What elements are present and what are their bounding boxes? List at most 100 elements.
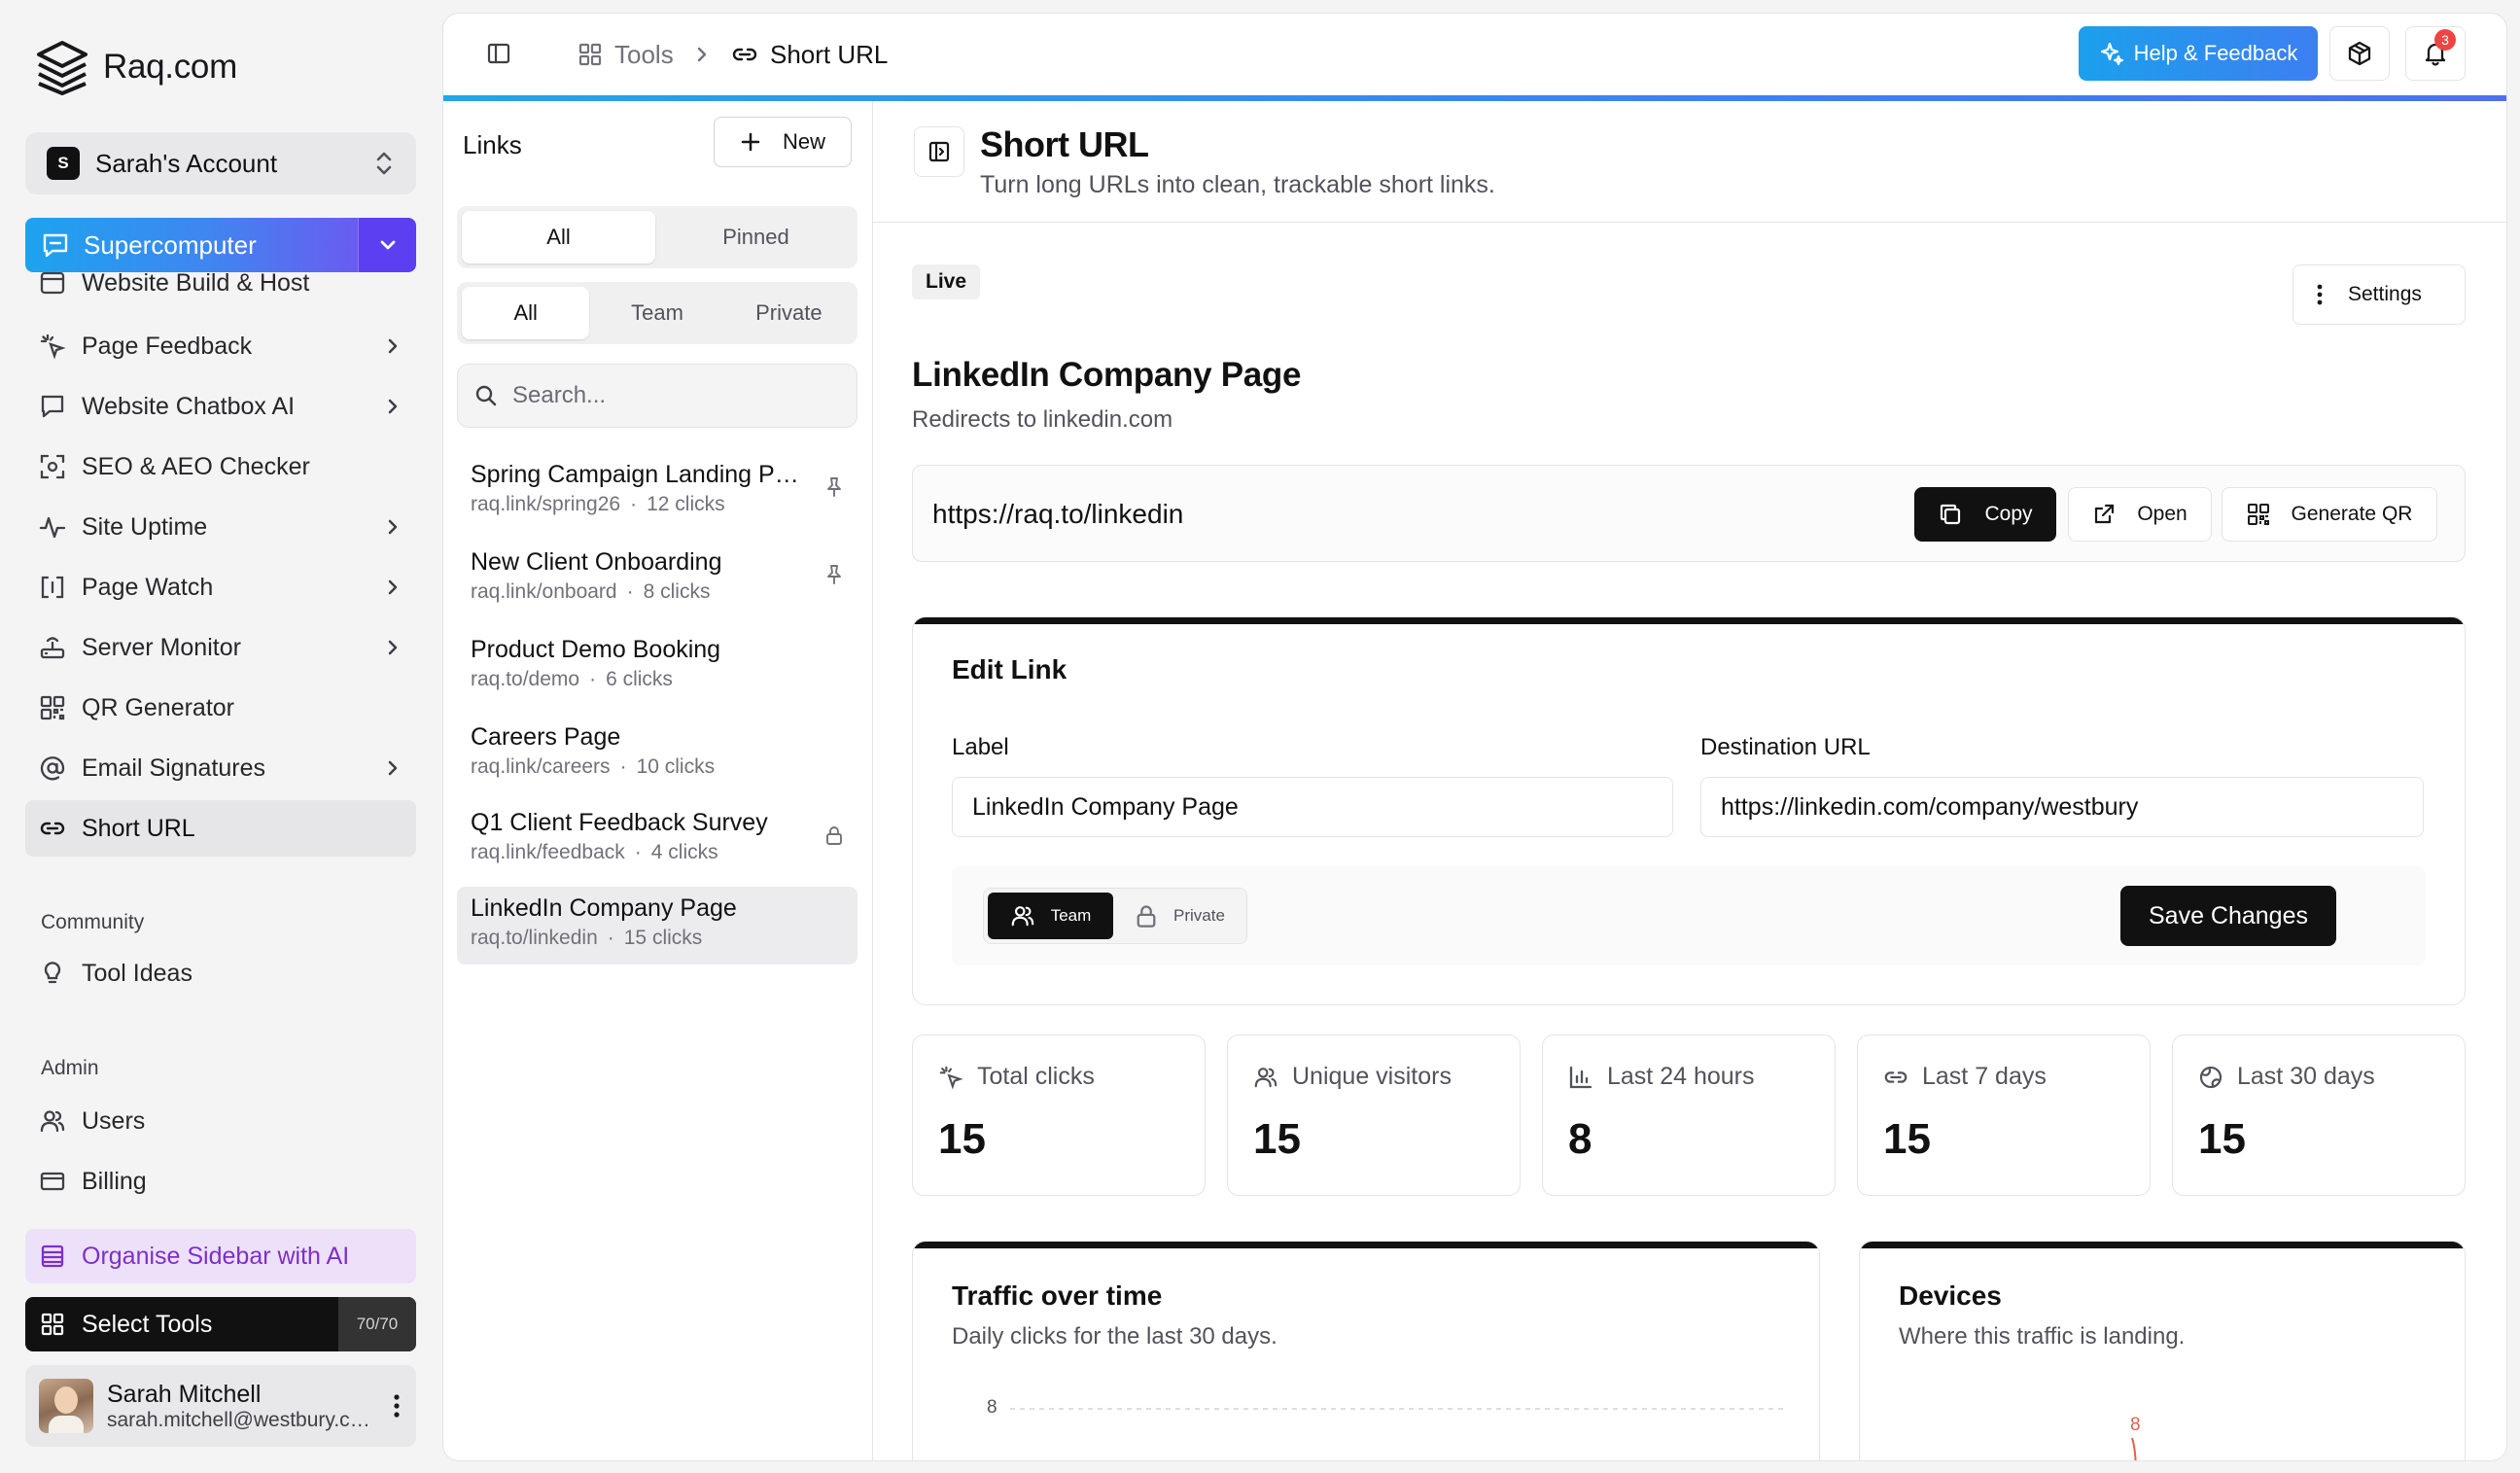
panel-toggle-button[interactable] [914, 126, 964, 177]
list-item[interactable]: New Client Onboarding raq.link/onboard · 8… [457, 541, 858, 618]
router-icon [39, 634, 66, 661]
sidebar-toggle-icon[interactable] [486, 41, 511, 66]
sidebar-item-label: Website Build & Host [82, 272, 310, 297]
user-name: Sarah Mitchell [107, 1380, 262, 1408]
package-button[interactable] [2329, 26, 2390, 81]
header-divider [873, 222, 2506, 223]
supercomputer-button[interactable]: Supercomputer [25, 218, 416, 272]
brand[interactable]: Raq.com [35, 39, 237, 95]
sidebar-item-label: Site Uptime [82, 512, 208, 541]
link-item-url: raq.link/onboard [471, 580, 617, 603]
user-card[interactable]: Sarah Mitchell sarah.mitchell@westbury.c… [25, 1365, 416, 1447]
pin-icon[interactable] [824, 476, 844, 498]
devices-subtitle: Where this traffic is landing. [1899, 1323, 2186, 1350]
stat-value: 15 [1883, 1115, 1931, 1163]
short-url-text: https://raq.to/linkedin [932, 499, 1184, 529]
users-icon [39, 1107, 66, 1135]
pin-icon[interactable] [824, 564, 844, 585]
tab-scope-private[interactable]: Private [725, 287, 853, 339]
save-changes-button[interactable]: Save Changes [2120, 886, 2336, 946]
stat-last-7-days: Last 7 days 15 [1857, 1035, 2151, 1196]
sidebar-item-label: Users [82, 1106, 146, 1135]
destination-url-input[interactable] [1700, 777, 2424, 837]
qr-icon [2247, 503, 2270, 526]
link-title: LinkedIn Company Page [912, 356, 1302, 394]
list-item-selected[interactable]: LinkedIn Company Page raq.to/linkedin · 15… [457, 887, 858, 964]
package-icon [2346, 40, 2373, 67]
link-item-title: Product Demo Booking [471, 636, 721, 663]
tools-count-badge: 70/70 [338, 1297, 416, 1351]
supercomputer-main[interactable]: Supercomputer [25, 218, 358, 272]
user-email: sarah.mitchell@westbury.com [107, 1408, 377, 1431]
sparkle-click-icon [938, 1065, 963, 1090]
notifications-button[interactable]: 3 [2405, 26, 2466, 81]
destination-field-label: Destination URL [1700, 734, 1871, 760]
link-item-clicks: 8 clicks [643, 580, 711, 603]
chevron-right-icon [383, 638, 402, 657]
tab-all[interactable]: All [462, 211, 655, 263]
list-item[interactable]: Product Demo Booking raq.to/demo · 6 click… [457, 628, 858, 706]
search-icon [473, 383, 499, 408]
chat-icon [39, 393, 66, 420]
tab-pinned[interactable]: Pinned [659, 211, 853, 263]
generate-qr-button[interactable]: Generate QR [2222, 487, 2437, 542]
link-icon [1883, 1065, 1908, 1090]
sidebar-item-email-signatures[interactable]: Email Signatures [25, 740, 416, 796]
chevron-right-icon [383, 758, 402, 778]
list-item[interactable]: Q1 Client Feedback Survey raq.link/feedb… [457, 801, 858, 879]
account-switcher[interactable]: S Sarah's Account [25, 132, 416, 194]
stat-unique-visitors: Unique visitors 15 [1227, 1035, 1521, 1196]
help-feedback-button[interactable]: Help & Feedback [2079, 26, 2318, 81]
label-input[interactable] [952, 777, 1673, 837]
link-icon [39, 815, 66, 842]
stat-label: Last 7 days [1922, 1063, 2047, 1090]
link-item-url: raq.to/linkedin [471, 927, 598, 949]
open-button[interactable]: Open [2068, 487, 2212, 542]
device-chart-line [2131, 1437, 2137, 1460]
sidebar-item-website-build[interactable]: Website Build & Host [25, 272, 416, 311]
select-tools-button[interactable]: Select Tools 70/70 [25, 1297, 416, 1351]
sidebar-item-seo-checker[interactable]: SEO & AEO Checker [25, 438, 416, 495]
link-redirect-text: Redirects to linkedin.com [912, 406, 1173, 433]
sidebar-item-server-monitor[interactable]: Server Monitor [25, 619, 416, 676]
copy-button[interactable]: Copy [1914, 487, 2056, 542]
sidebar-item-page-feedback[interactable]: Page Feedback [25, 318, 416, 374]
stat-label: Last 24 hours [1607, 1063, 1755, 1090]
visibility-private[interactable]: Private [1117, 893, 1242, 939]
tab-scope-all[interactable]: All [462, 287, 590, 339]
grid-icon [578, 42, 603, 67]
new-link-button[interactable]: New [714, 117, 852, 167]
more-vertical-icon[interactable] [391, 1391, 402, 1420]
sidebar-item-website-chatbox[interactable]: Website Chatbox AI [25, 378, 416, 435]
link-item-url: raq.link/feedback [471, 841, 625, 863]
breadcrumb-tools[interactable]: Tools [578, 14, 674, 95]
list-item[interactable]: Careers Page raq.link/careers · 10 clicks [457, 716, 858, 793]
sidebar-nav: Website Build & Host Page Feedback Websi… [25, 272, 416, 865]
sidebar-item-tool-ideas[interactable]: Tool Ideas [25, 945, 416, 1001]
sidebar-item-qr-generator[interactable]: QR Generator [25, 680, 416, 736]
sidebar-item-users[interactable]: Users [25, 1093, 416, 1149]
sidebar-item-billing[interactable]: Billing [25, 1153, 416, 1210]
sidebar-item-site-uptime[interactable]: Site Uptime [25, 499, 416, 555]
link-item-url: raq.to/demo [471, 668, 580, 690]
sparkle-click-icon [39, 333, 66, 360]
sidebar-item-short-url[interactable]: Short URL [25, 800, 416, 857]
link-item-clicks: 15 clicks [623, 927, 703, 949]
search-input[interactable] [512, 382, 841, 409]
admin-section-label: Admin [41, 1057, 99, 1079]
tab-scope-team[interactable]: Team [593, 287, 720, 339]
search-box [457, 364, 858, 428]
supercomputer-dropdown[interactable] [358, 218, 416, 272]
link-item-title: Q1 Client Feedback Survey [471, 809, 768, 836]
list-item[interactable]: Spring Campaign Landing Page raq.link/sp… [457, 453, 858, 531]
visibility-team[interactable]: Team [988, 893, 1113, 939]
sidebar-item-label: Page Feedback [82, 332, 253, 360]
breadcrumb-current: Short URL [731, 14, 888, 95]
pulse-icon [39, 513, 66, 541]
organise-sidebar-button[interactable]: Organise Sidebar with AI [25, 1229, 416, 1283]
sidebar-item-label: Page Watch [82, 573, 214, 601]
sidebar-item-page-watch[interactable]: Page Watch [25, 559, 416, 615]
breadcrumb-current-label: Short URL [770, 39, 889, 69]
settings-button[interactable]: Settings [2292, 264, 2466, 325]
link-item-clicks: 6 clicks [606, 668, 673, 690]
